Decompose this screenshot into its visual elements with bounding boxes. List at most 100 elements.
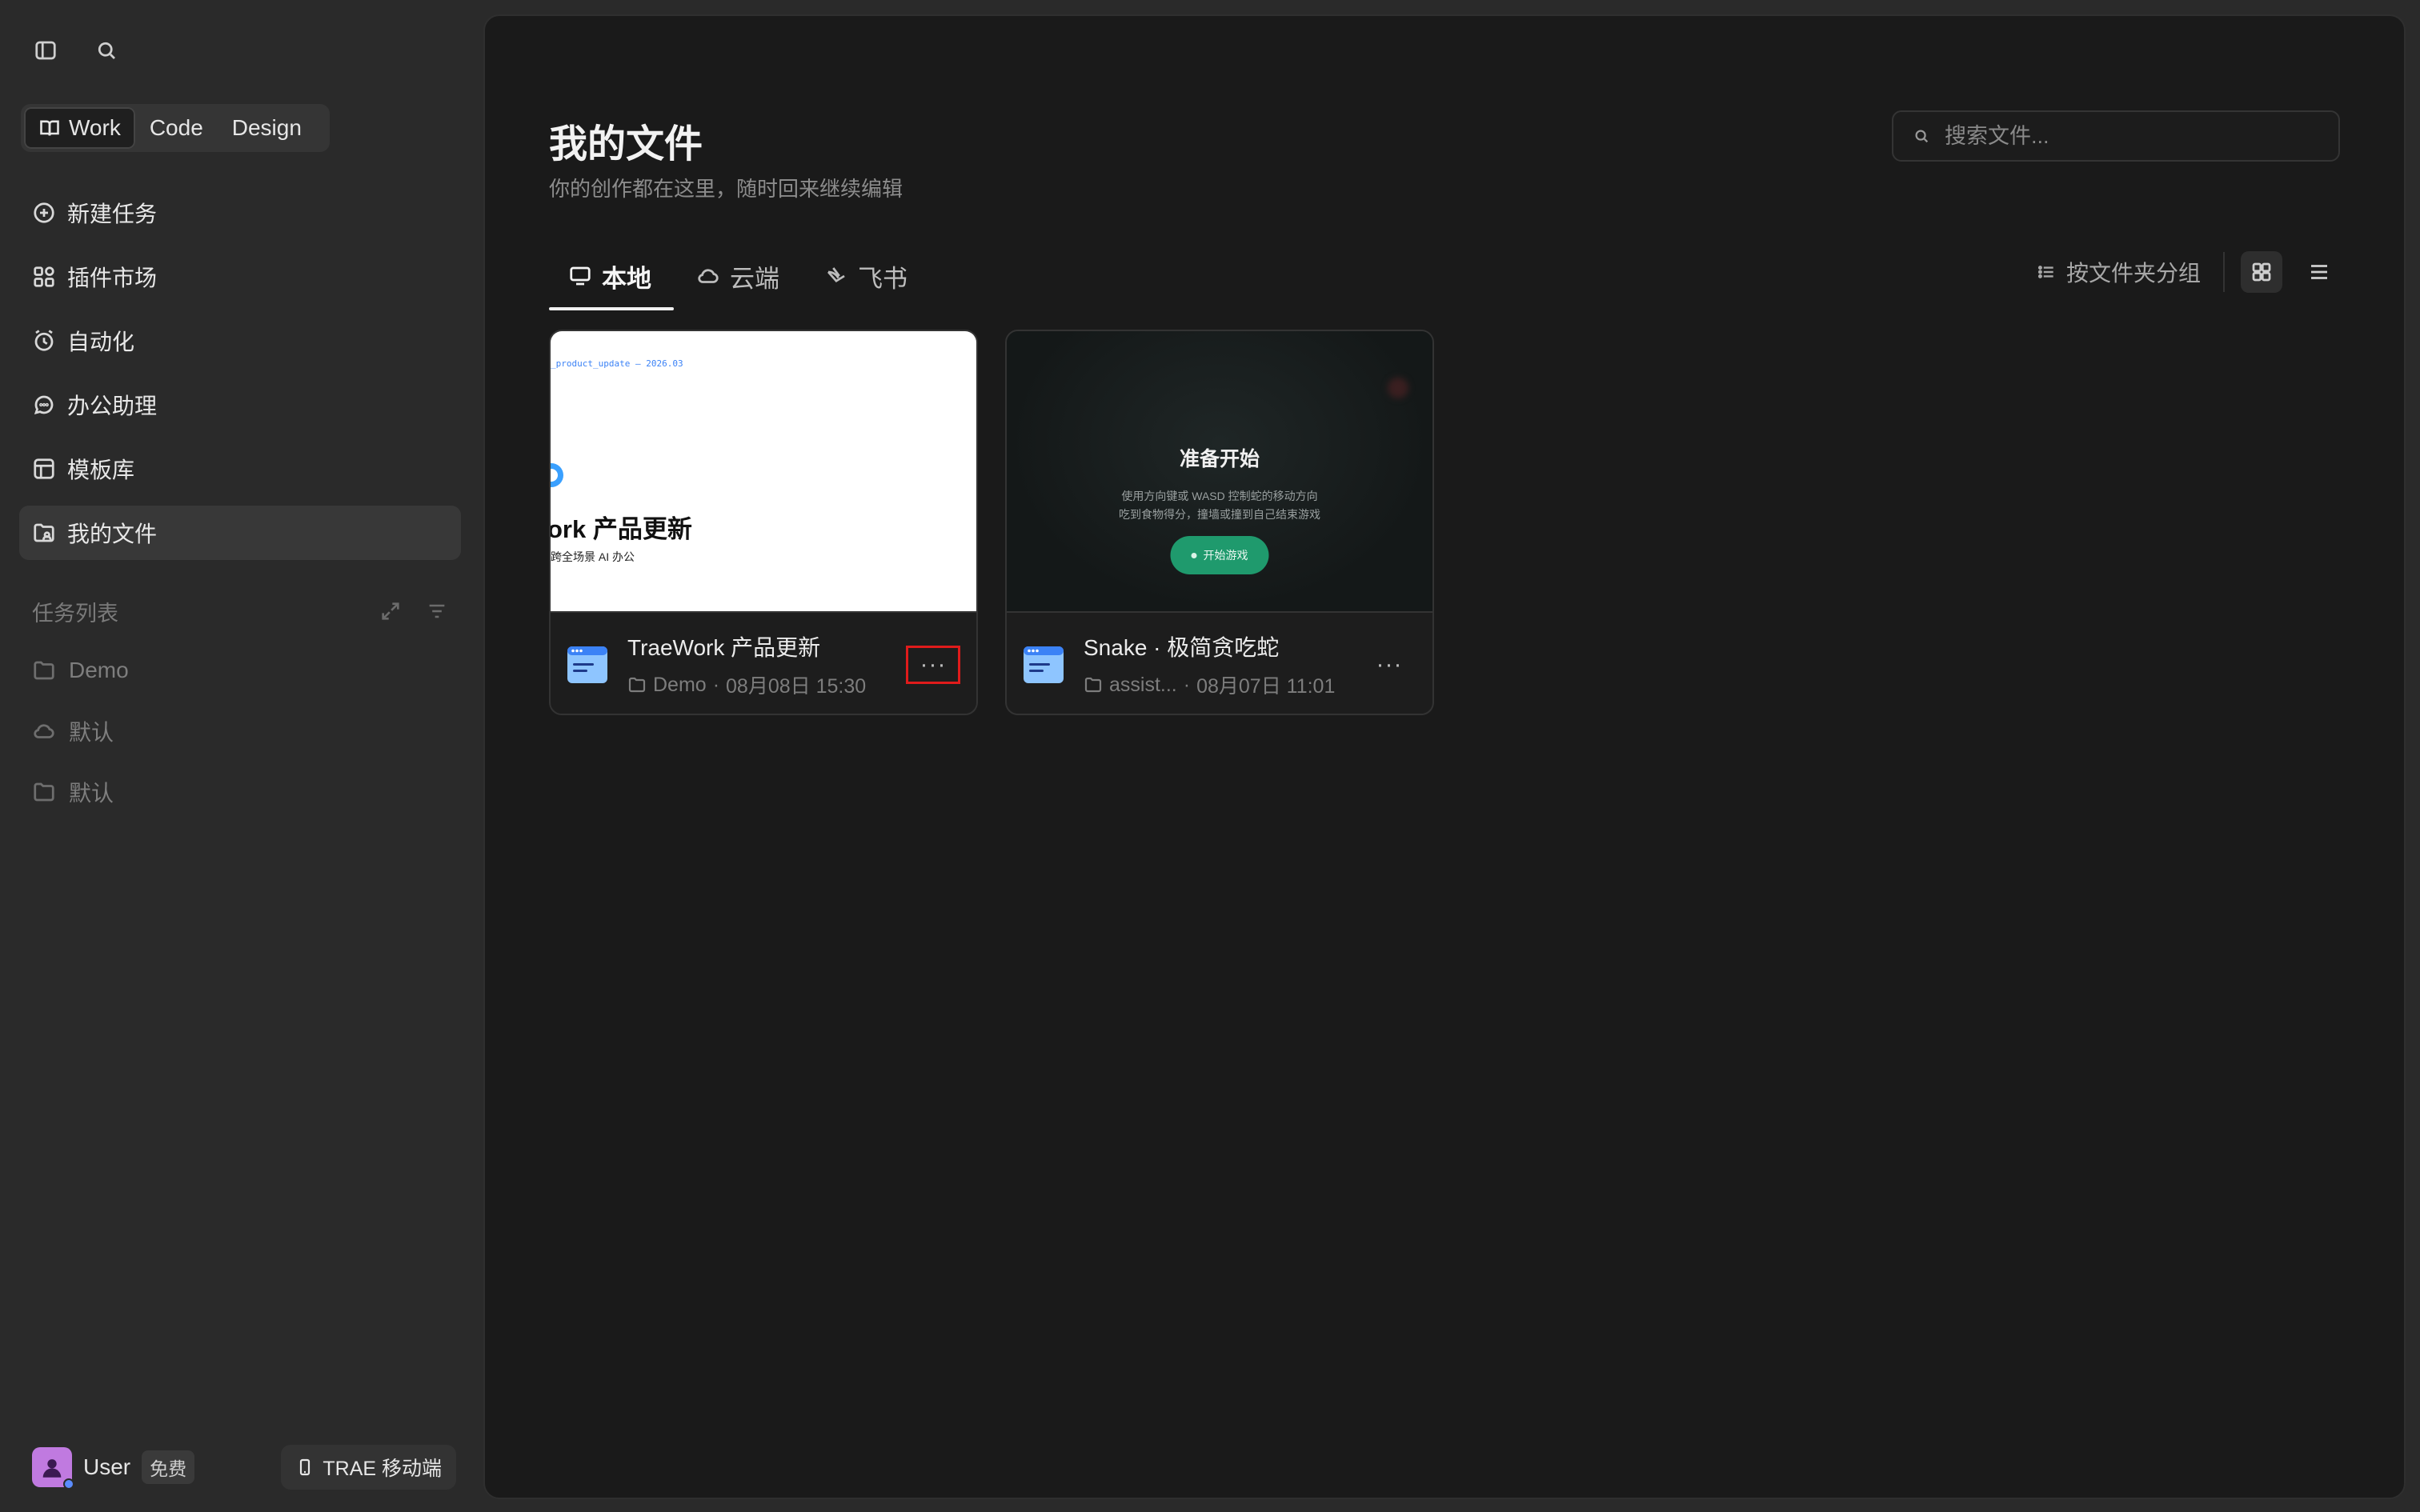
mode-tab-design[interactable]: Design <box>218 107 316 149</box>
trae-mobile-button[interactable]: TRAE 移动端 <box>281 1445 456 1490</box>
grid-view-button[interactable] <box>2241 251 2282 293</box>
online-status-dot <box>63 1478 74 1490</box>
sidebar-item-automation[interactable]: 自动化 <box>19 314 461 368</box>
file-folder: Demo <box>653 673 707 696</box>
page-title: 我的文件 <box>549 123 703 166</box>
file-date: 08月07日 11:01 <box>1196 675 1336 698</box>
book-icon <box>40 120 59 136</box>
preview-description: 吃到食物得分，撞墙或撞到自己结束游戏 <box>1119 508 1320 521</box>
mode-tab-code[interactable]: Code <box>135 107 218 149</box>
group-list-icon <box>2037 266 2053 278</box>
sidebar-item-label: 新建任务 <box>67 202 158 226</box>
expand-icon[interactable] <box>379 600 402 622</box>
preview-tagline: 跨全场景 AI 办公 <box>551 550 635 563</box>
file-preview: _product_update — 2026.03 ork 产品更新 跨全场景 … <box>551 331 976 613</box>
web-file-icon <box>567 646 607 683</box>
sidebar-item-office-assistant[interactable]: 办公助理 <box>19 378 461 432</box>
sidebar-toggle-icon <box>35 41 56 60</box>
more-icon: ··· <box>920 651 947 678</box>
mode-tab-label: Work <box>69 115 121 140</box>
preview-logo-icon <box>551 463 563 487</box>
more-options-button[interactable]: ··· <box>1362 646 1416 684</box>
new-task-icon <box>34 202 54 223</box>
tab-label: 本地 <box>602 264 651 293</box>
file-search <box>1892 110 2340 162</box>
task-item-demo[interactable]: Demo <box>32 640 448 701</box>
tab-local[interactable]: 本地 <box>549 242 674 310</box>
sidebar-item-label: 自动化 <box>67 330 135 354</box>
avatar <box>32 1447 74 1490</box>
grid-icon <box>2252 262 2271 282</box>
list-icon <box>2311 265 2327 279</box>
task-item-label: Demo <box>69 658 129 682</box>
sidebar-item-label: 我的文件 <box>67 522 158 546</box>
sidebar-item-my-files[interactable]: 我的文件 <box>19 506 461 560</box>
file-name: TraeWork 产品更新 <box>627 635 821 660</box>
group-by-folder-button[interactable]: 按文件夹分组 <box>2036 252 2225 292</box>
web-file-icon <box>1024 646 1064 683</box>
sidebar-item-plugin-market[interactable]: 插件市场 <box>19 250 461 304</box>
file-name: Snake · 极简贪吃蛇 <box>1084 635 1280 660</box>
task-list-header: 任务列表 <box>32 595 448 627</box>
folder-icon <box>34 661 54 680</box>
preview-start-button: 开始游戏 <box>1170 536 1269 574</box>
preview-start-label: 开始游戏 <box>1203 549 1248 562</box>
chat-bubble-icon <box>34 395 54 415</box>
folder-icon <box>628 677 646 693</box>
tab-label: 飞书 <box>858 264 908 293</box>
feishu-icon <box>827 267 845 283</box>
file-info: TraeWork 产品更新 Demo · 08月08日 15:30 ··· <box>551 614 976 714</box>
preview-food-dot <box>1388 378 1408 398</box>
file-info-text: TraeWork 产品更新 Demo · 08月08日 15:30 <box>627 630 887 699</box>
file-info-text: Snake · 极简贪吃蛇 assist... · 08月07日 11:01 <box>1084 630 1343 699</box>
mode-switch: Work Code Design <box>21 104 330 152</box>
my-files-icon <box>34 523 54 542</box>
file-card[interactable]: 准备开始 使用方向键或 WASD 控制蛇的移动方向 吃到食物得分，撞墙或撞到自己… <box>1005 330 1434 715</box>
mode-tab-label: Code <box>149 115 203 140</box>
task-item-default-cloud[interactable]: 默认 <box>32 701 448 762</box>
main-panel: 我的文件 你的创作都在这里，随时回来继续编辑 本地 云端 飞书 按文件夹分组 <box>483 14 2406 1499</box>
preview-headline: 准备开始 <box>1179 448 1260 470</box>
mode-tab-label: Design <box>231 115 302 140</box>
sidebar-item-template-library[interactable]: 模板库 <box>19 442 461 496</box>
more-icon: ··· <box>1376 651 1403 678</box>
file-meta: Demo · 08月08日 15:30 <box>627 670 887 699</box>
task-list-title: 任务列表 <box>32 601 118 626</box>
user-avatar-icon <box>42 1459 62 1478</box>
monitor-icon <box>570 266 591 286</box>
cloud-icon <box>34 724 54 738</box>
sidebar-item-label: 模板库 <box>67 458 135 482</box>
file-preview: 准备开始 使用方向键或 WASD 控制蛇的移动方向 吃到食物得分，撞墙或撞到自己… <box>1007 331 1432 613</box>
sidebar: Work Code Design 新建任务 插件市场 自动化 办公助理 模板库 <box>0 0 483 1512</box>
toggle-sidebar-button[interactable] <box>32 37 59 64</box>
phone-icon <box>300 1458 311 1476</box>
more-options-button[interactable]: ··· <box>906 646 960 684</box>
folder-icon <box>1084 677 1102 693</box>
page-subtitle: 你的创作都在这里，随时回来继续编辑 <box>549 177 903 201</box>
preview-code-line: _product_update — 2026.03 <box>551 358 683 369</box>
group-by-label: 按文件夹分组 <box>2065 261 2201 286</box>
user-profile[interactable]: User 免费 <box>32 1447 195 1490</box>
tab-cloud[interactable]: 云端 <box>674 242 802 310</box>
list-view-button[interactable] <box>2298 251 2340 293</box>
play-dot-icon <box>1191 552 1197 558</box>
template-icon <box>34 458 54 479</box>
folder-icon <box>34 782 54 802</box>
mode-tab-work[interactable]: Work <box>24 107 135 149</box>
task-list: Demo 默认 默认 <box>32 640 448 822</box>
task-item-label: 默认 <box>69 781 114 806</box>
tab-feishu[interactable]: 飞书 <box>802 242 930 310</box>
search-button[interactable] <box>93 37 120 64</box>
file-info: Snake · 极简贪吃蛇 assist... · 08月07日 11:01 ·… <box>1007 614 1432 714</box>
plugin-market-icon <box>34 266 54 287</box>
storage-tabs: 本地 云端 飞书 <box>549 242 930 310</box>
search-input[interactable] <box>1945 123 2338 149</box>
cloud-icon <box>698 269 719 283</box>
sidebar-item-new-task[interactable]: 新建任务 <box>19 186 461 240</box>
sidebar-item-label: 插件市场 <box>67 266 158 290</box>
filter-icon[interactable] <box>426 600 448 622</box>
task-item-default-folder[interactable]: 默认 <box>32 762 448 822</box>
meta-separator: · <box>1183 673 1191 696</box>
file-card[interactable]: _product_update — 2026.03 ork 产品更新 跨全场景 … <box>549 330 978 715</box>
file-date: 08月08日 15:30 <box>726 675 867 698</box>
